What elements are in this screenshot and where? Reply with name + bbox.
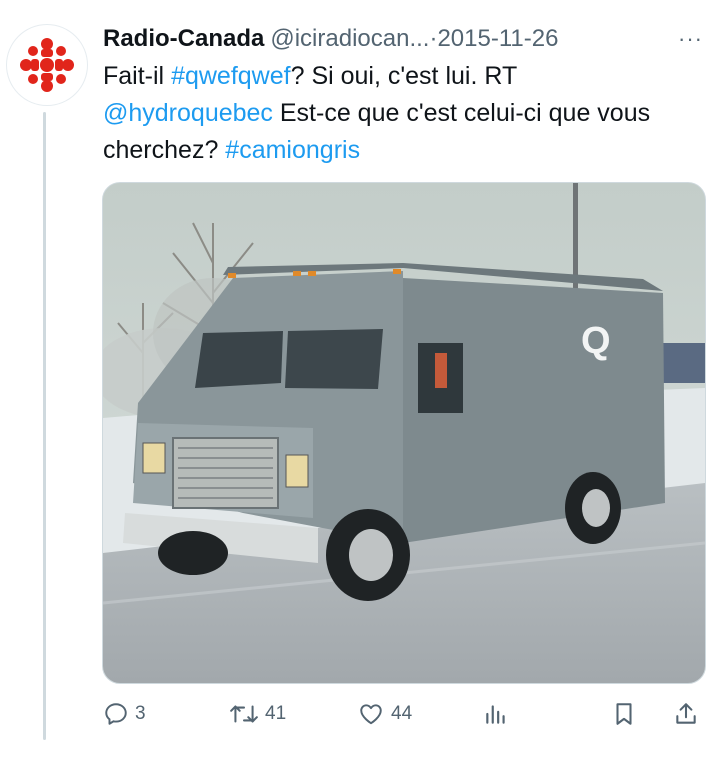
- like-count: 44: [391, 703, 413, 724]
- reply-icon: [105, 703, 127, 725]
- tweet-text-part: Fait-il: [103, 62, 172, 90]
- retweet-icon: [230, 705, 258, 723]
- hashtag-link[interactable]: #qwefqwef: [171, 62, 291, 90]
- reply-count: 3: [135, 703, 146, 724]
- more-icon[interactable]: ···: [678, 22, 703, 56]
- share-button[interactable]: [673, 696, 699, 732]
- share-icon: [676, 703, 696, 724]
- bookmark-button[interactable]: [611, 696, 637, 732]
- radio-canada-logo-icon: [20, 38, 74, 92]
- thread-line: [43, 112, 46, 740]
- like-icon: [360, 704, 382, 725]
- tweet-text-part: ? Si oui, c'est lui. RT: [290, 62, 517, 90]
- retweet-button[interactable]: 41: [229, 696, 286, 732]
- truck-photo: Q: [103, 183, 705, 683]
- tweet-text: Fait-il #qwefqwef? Si oui, c'est lui. RT…: [103, 58, 693, 169]
- bookmark-icon: [616, 703, 632, 725]
- reply-button[interactable]: 3: [103, 696, 146, 732]
- avatar[interactable]: [7, 25, 87, 105]
- tweet-header: Radio-Canada @iciradiocan...·2015-11-26 ·…: [103, 22, 703, 56]
- like-button[interactable]: 44: [357, 696, 412, 732]
- views-icon: [486, 705, 505, 724]
- hashtag-link[interactable]: #camiongris: [225, 136, 360, 164]
- truck-logo-text: Q: [581, 320, 611, 362]
- retweet-count: 41: [265, 703, 287, 724]
- author-handle[interactable]: @iciradiocan...: [270, 25, 429, 52]
- tweet-date[interactable]: 2015-11-26: [437, 25, 558, 52]
- author-name[interactable]: Radio-Canada: [103, 25, 264, 52]
- tweet-actions: 3 41 44: [103, 696, 703, 732]
- views-button[interactable]: [483, 696, 509, 732]
- tweet-media-photo[interactable]: Q: [102, 182, 706, 684]
- mention-link[interactable]: @hydroquebec: [103, 99, 273, 127]
